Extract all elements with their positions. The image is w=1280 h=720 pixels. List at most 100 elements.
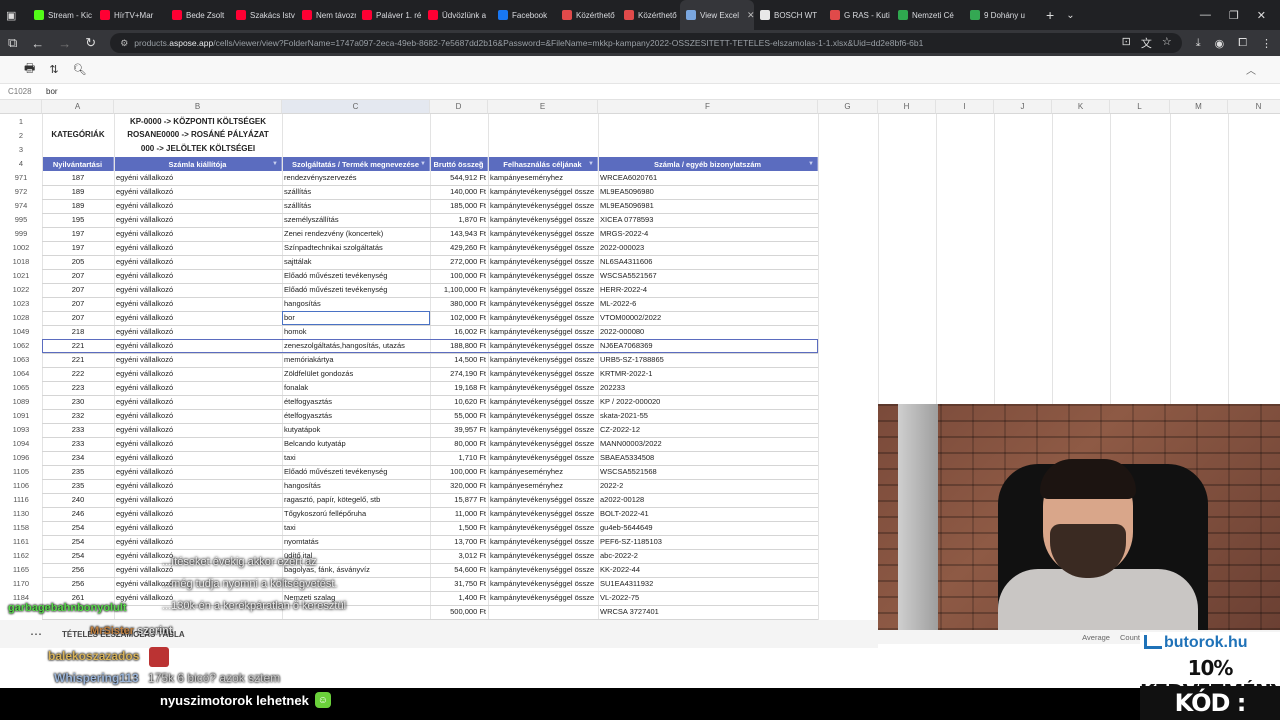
table-cell[interactable]: WSCSA5521568 xyxy=(598,465,818,479)
table-cell[interactable]: taxi xyxy=(282,451,430,465)
table-cell[interactable]: gu4eb-5644649 xyxy=(598,521,818,535)
table-cell[interactable]: Tőgykoszorú fellépőruha xyxy=(282,507,430,521)
browser-tab[interactable]: HírTV+Mar xyxy=(94,0,166,30)
row-number[interactable]: 1170 xyxy=(0,577,42,591)
table-cell[interactable]: 205 xyxy=(42,255,114,269)
table-cell[interactable]: egyéni vállalkozó xyxy=(114,437,282,451)
extensions-icon[interactable]: ⧠ xyxy=(1238,37,1247,50)
row-number[interactable]: 1064 xyxy=(0,367,42,381)
table-cell[interactable]: egyéni vállalkozó xyxy=(114,269,282,283)
select-all-corner[interactable] xyxy=(0,100,42,114)
table-cell[interactable]: SU1EA4311932 xyxy=(598,577,818,591)
table-cell[interactable]: egyéni vállalkozó xyxy=(114,213,282,227)
table-cell[interactable]: 1,870 Ft xyxy=(430,213,488,227)
table-cell[interactable]: rendezvényszervezés xyxy=(282,171,430,185)
table-row[interactable]: 1023 207 egyéni vállalkozó hangosítás 380,00… xyxy=(0,297,1280,311)
table-cell[interactable]: Belcando kutyatáp xyxy=(282,437,430,451)
table-cell[interactable]: homok xyxy=(282,325,430,339)
table-cell[interactable]: szállítás xyxy=(282,185,430,199)
table-cell[interactable]: kampánytevékenységgel össze xyxy=(488,535,598,549)
table-cell[interactable]: 544,912 Ft xyxy=(430,171,488,185)
table-cell[interactable]: kutyatápok xyxy=(282,423,430,437)
table-cell[interactable]: kampánytevékenységgel össze xyxy=(488,381,598,395)
collapse-toolbar-icon[interactable]: ︿ xyxy=(1246,62,1256,77)
table-cell[interactable]: BOLT-2022-41 xyxy=(598,507,818,521)
row-number[interactable]: 974 xyxy=(0,199,42,213)
table-cell[interactable]: kampánytevékenységgel össze xyxy=(488,437,598,451)
filter-dropdown-icon[interactable]: ▼ xyxy=(588,161,594,167)
sidebar-toggle-icon[interactable]: ⧉ xyxy=(8,35,17,51)
table-row[interactable]: 974 189 egyéni vállalkozó szállítás 185,000 … xyxy=(0,199,1280,213)
row-number[interactable]: 1018 xyxy=(0,255,42,269)
table-cell[interactable]: 140,000 Ft xyxy=(430,185,488,199)
table-cell[interactable]: egyéni vállalkozó xyxy=(114,367,282,381)
filter-dropdown-icon[interactable]: ▼ xyxy=(272,161,278,167)
table-cell[interactable]: ML-2022-6 xyxy=(598,297,818,311)
table-row[interactable]: 971 187 egyéni vállalkozó rendezvényszervez… xyxy=(0,171,1280,185)
sheet-menu-icon[interactable]: ⋯ xyxy=(30,627,42,641)
table-cell[interactable]: 207 xyxy=(42,311,114,325)
column-header-a[interactable]: A xyxy=(42,100,114,114)
translate-icon[interactable]: 文 xyxy=(1141,35,1152,51)
row-number[interactable]: 1063 xyxy=(0,353,42,367)
row-number[interactable]: 999 xyxy=(0,227,42,241)
minimize-icon[interactable]: — xyxy=(1200,9,1211,22)
table-cell[interactable]: 233 xyxy=(42,437,114,451)
row-number[interactable]: 1096 xyxy=(0,451,42,465)
row-number[interactable]: 972 xyxy=(0,185,42,199)
row-number[interactable]: 2 xyxy=(0,131,42,140)
table-cell[interactable]: 207 xyxy=(42,269,114,283)
table-cell[interactable]: 100,000 Ft xyxy=(430,269,488,283)
browser-tab[interactable]: Nem távozn xyxy=(296,0,356,30)
table-cell[interactable]: 221 xyxy=(42,353,114,367)
table-cell[interactable]: abc-2022-2 xyxy=(598,549,818,563)
table-cell[interactable]: kampánytevékenységgel össze xyxy=(488,549,598,563)
table-cell[interactable]: ételfogyasztás xyxy=(282,409,430,423)
site-info-icon[interactable]: ⚙ xyxy=(120,38,128,49)
row-number[interactable]: 1105 xyxy=(0,465,42,479)
row-number[interactable]: 1062 xyxy=(0,339,42,353)
table-cell[interactable]: kampánytevékenységgel össze xyxy=(488,507,598,521)
column-header-k[interactable]: K xyxy=(1052,100,1110,114)
row-number[interactable]: 971 xyxy=(0,171,42,185)
table-cell[interactable]: kampánytevékenységgel össze xyxy=(488,451,598,465)
table-cell[interactable]: Előadó művészeti tevékenység xyxy=(282,269,430,283)
table-cell[interactable]: egyéni vállalkozó xyxy=(114,241,282,255)
table-cell[interactable]: kampánytevékenységgel össze xyxy=(488,493,598,507)
table-cell[interactable]: kampánytevékenységgel össze xyxy=(488,255,598,269)
row-number[interactable]: 3 xyxy=(0,145,42,154)
table-cell[interactable]: VL-2022-75 xyxy=(598,591,818,605)
bookmark-star-icon[interactable]: ☆ xyxy=(1162,35,1172,51)
table-cell[interactable]: egyéni vállalkozó xyxy=(114,199,282,213)
table-row[interactable]: 1064 222 egyéni vállalkozó Zöldfelület gond… xyxy=(0,367,1280,381)
column-header-f[interactable]: F xyxy=(598,100,818,114)
table-cell[interactable]: kampánytevékenységgel össze xyxy=(488,563,598,577)
table-cell[interactable]: 256 xyxy=(42,577,114,591)
table-cell[interactable]: 246 xyxy=(42,507,114,521)
table-cell[interactable]: egyéni vállalkozó xyxy=(114,479,282,493)
row-number[interactable]: 1093 xyxy=(0,423,42,437)
table-cell[interactable]: kampánytevékenységgel össze xyxy=(488,199,598,213)
table-cell[interactable] xyxy=(488,605,598,619)
table-cell[interactable]: kampánytevékenységgel össze xyxy=(488,213,598,227)
row-number[interactable]: 1065 xyxy=(0,381,42,395)
table-cell[interactable]: 15,877 Ft xyxy=(430,493,488,507)
table-cell[interactable]: egyéni vállalkozó xyxy=(114,297,282,311)
column-header-n[interactable]: N xyxy=(1228,100,1280,114)
close-tab-icon[interactable]: ✕ xyxy=(747,10,754,21)
table-cell[interactable]: egyéni vállalkozó xyxy=(114,185,282,199)
table-cell[interactable]: kampánytevékenységgel össze xyxy=(488,409,598,423)
browser-tab[interactable]: Bede Zsolt xyxy=(166,0,230,30)
column-header-e[interactable]: E xyxy=(488,100,598,114)
row-number[interactable]: 1028 xyxy=(0,311,42,325)
new-tab-button[interactable]: + xyxy=(1040,7,1060,23)
column-header-b[interactable]: B xyxy=(114,100,282,114)
tab-search-icon[interactable]: ⌄ xyxy=(1060,10,1080,21)
table-cell[interactable]: egyéni vállalkozó xyxy=(114,465,282,479)
table-cell[interactable]: 222 xyxy=(42,367,114,381)
table-cell[interactable]: 14,500 Ft xyxy=(430,353,488,367)
table-cell[interactable]: kampányeseményhez xyxy=(488,171,598,185)
filter-dropdown-icon[interactable]: ▼ xyxy=(478,161,484,167)
table-cell[interactable]: Zenei rendezvény (koncertek) xyxy=(282,227,430,241)
column-header-d[interactable]: D xyxy=(430,100,488,114)
